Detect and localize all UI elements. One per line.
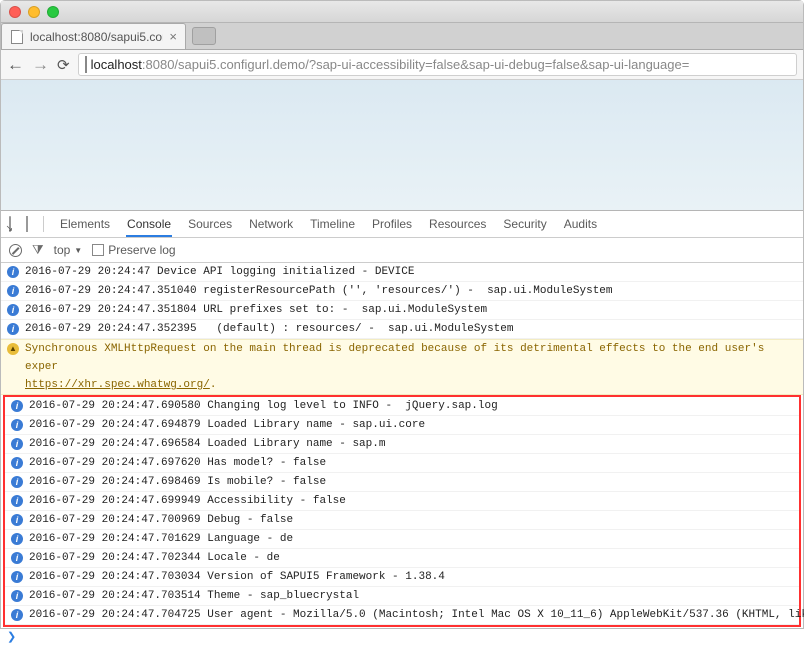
warning-text: Synchronous XMLHttpRequest on the main t… (25, 343, 764, 373)
window-close-button[interactable] (9, 6, 21, 18)
devtools-tab-console[interactable]: Console (126, 211, 172, 237)
console-row: 2016-07-29 20:24:47.701629 Language - de (5, 530, 799, 549)
log-message: 2016-07-29 20:24:47.703514 Theme - sap_b… (29, 587, 359, 605)
log-message: 2016-07-29 20:24:47.352395 (default) : r… (25, 320, 513, 338)
address-bar[interactable]: localhost:8080/sapui5.configurl.demo/?sa… (78, 53, 797, 76)
console-row: 2016-07-29 20:24:47.696584 Loaded Librar… (5, 435, 799, 454)
highlighted-log-group: 2016-07-29 20:24:47.690580 Changing log … (3, 395, 801, 627)
info-icon (11, 609, 23, 621)
console-row: 2016-07-29 20:24:47.703514 Theme - sap_b… (5, 587, 799, 606)
console-row: 2016-07-29 20:24:47.698469 Is mobile? - … (5, 473, 799, 492)
console-row: 2016-07-29 20:24:47 Device API logging i… (1, 263, 803, 282)
console-row: 2016-07-29 20:24:47.351040 registerResou… (1, 282, 803, 301)
log-message: 2016-07-29 20:24:47.704725 User agent - … (29, 606, 804, 624)
info-icon (7, 304, 19, 316)
info-icon (11, 571, 23, 583)
console-output: 2016-07-29 20:24:47 Device API logging i… (1, 263, 803, 649)
forward-button[interactable]: → (32, 55, 49, 75)
context-dropdown[interactable]: top ▼ (54, 243, 83, 257)
console-row: 2016-07-29 20:24:47.699949 Accessibility… (5, 492, 799, 511)
console-row: 2016-07-29 20:24:47.351804 URL prefixes … (1, 301, 803, 320)
warning-link[interactable]: https://xhr.spec.whatwg.org/ (25, 379, 210, 391)
log-message: 2016-07-29 20:24:47.699949 Accessibility… (29, 492, 346, 510)
console-row: 2016-07-29 20:24:47.702344 Locale - de (5, 549, 799, 568)
preserve-log-checkbox[interactable]: Preserve log (92, 243, 175, 257)
log-message: 2016-07-29 20:24:47.698469 Is mobile? - … (29, 473, 326, 491)
inspect-element-icon[interactable]: ↘ (9, 217, 11, 231)
info-icon (11, 514, 23, 526)
info-icon (7, 285, 19, 297)
favicon-icon (10, 30, 24, 44)
warning-icon (7, 343, 19, 355)
browser-toolbar: ← → ⟳ localhost:8080/sapui5.configurl.de… (1, 50, 803, 80)
log-message: 2016-07-29 20:24:47.351040 registerResou… (25, 282, 613, 300)
info-icon (7, 266, 19, 278)
console-row: 2016-07-29 20:24:47.704725 User agent - … (5, 606, 799, 625)
info-icon (11, 533, 23, 545)
devtools-tab-sources[interactable]: Sources (187, 211, 233, 237)
devtools-tabbar: ↘ Elements Console Sources Network Timeline P… (1, 211, 803, 238)
clear-console-icon[interactable] (9, 244, 22, 257)
tab-close-icon[interactable]: × (169, 29, 177, 44)
devtools-tab-network[interactable]: Network (248, 211, 294, 237)
info-icon (11, 552, 23, 564)
info-icon (11, 438, 23, 450)
back-button[interactable]: ← (7, 55, 24, 75)
log-message: 2016-07-29 20:24:47.701629 Language - de (29, 530, 293, 548)
log-message: 2016-07-29 20:24:47.700969 Debug - false (29, 511, 293, 529)
log-message: 2016-07-29 20:24:47.696584 Loaded Librar… (29, 435, 385, 453)
window-minimize-button[interactable] (28, 6, 40, 18)
reload-button[interactable]: ⟳ (57, 56, 70, 74)
url-host: localhost (91, 57, 142, 72)
devtools-tab-profiles[interactable]: Profiles (371, 211, 413, 237)
info-icon (11, 495, 23, 507)
devtools-tab-audits[interactable]: Audits (563, 211, 598, 237)
console-row: 2016-07-29 20:24:47.694879 Loaded Librar… (5, 416, 799, 435)
window-titlebar (1, 1, 803, 23)
console-row: 2016-07-29 20:24:47.700969 Debug - false (5, 511, 799, 530)
chevron-down-icon: ▼ (74, 246, 82, 255)
log-message: 2016-07-29 20:24:47.702344 Locale - de (29, 549, 280, 567)
devtools-tab-elements[interactable]: Elements (59, 211, 111, 237)
info-icon (7, 323, 19, 335)
info-icon (11, 419, 23, 431)
info-icon (11, 400, 23, 412)
page-viewport (1, 80, 803, 211)
devtools-tab-timeline[interactable]: Timeline (309, 211, 356, 237)
console-row: 2016-07-29 20:24:47.690580 Changing log … (5, 397, 799, 416)
browser-tab[interactable]: localhost:8080/sapui5.con × (1, 23, 186, 49)
log-message: 2016-07-29 20:24:47 Device API logging i… (25, 263, 414, 281)
browser-tabstrip: localhost:8080/sapui5.con × (1, 23, 803, 50)
log-message: 2016-07-29 20:24:47.690580 Changing log … (29, 397, 498, 415)
new-tab-button[interactable] (192, 27, 216, 45)
context-label: top (54, 243, 71, 257)
log-message: 2016-07-29 20:24:47.694879 Loaded Librar… (29, 416, 425, 434)
site-info-icon[interactable] (85, 57, 87, 72)
log-message: 2016-07-29 20:24:47.351804 URL prefixes … (25, 301, 487, 319)
console-row-warning: Synchronous XMLHttpRequest on the main t… (1, 339, 803, 395)
device-mode-icon[interactable] (26, 217, 28, 231)
divider (43, 216, 44, 232)
tab-title: localhost:8080/sapui5.con (30, 30, 163, 44)
preserve-log-label: Preserve log (108, 243, 175, 257)
console-row: 2016-07-29 20:24:47.703034 Version of SA… (5, 568, 799, 587)
console-prompt[interactable]: ❯ (1, 627, 803, 649)
log-message: 2016-07-29 20:24:47.697620 Has model? - … (29, 454, 326, 472)
log-message: 2016-07-29 20:24:47.703034 Version of SA… (29, 568, 445, 586)
console-row: 2016-07-29 20:24:47.697620 Has model? - … (5, 454, 799, 473)
info-icon (11, 590, 23, 602)
devtools-tab-security[interactable]: Security (502, 211, 547, 237)
info-icon (11, 476, 23, 488)
window-maximize-button[interactable] (47, 6, 59, 18)
filter-icon[interactable]: ⧩ (32, 242, 44, 258)
url-path: :8080/sapui5.configurl.demo/?sap-ui-acce… (142, 57, 689, 72)
console-filterbar: ⧩ top ▼ Preserve log (1, 238, 803, 263)
devtools-tab-resources[interactable]: Resources (428, 211, 487, 237)
console-row: 2016-07-29 20:24:47.352395 (default) : r… (1, 320, 803, 339)
info-icon (11, 457, 23, 469)
checkbox-icon (92, 244, 104, 256)
